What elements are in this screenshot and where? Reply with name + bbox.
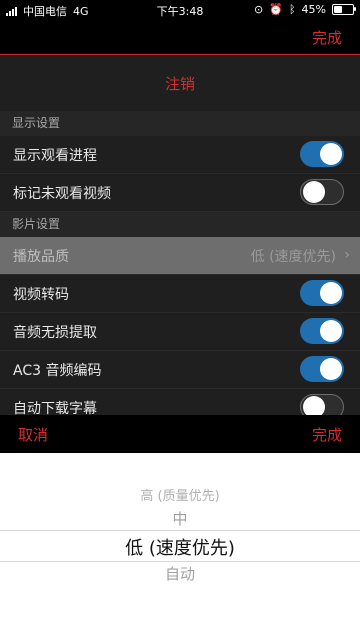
toggle-knob <box>320 143 342 165</box>
setting-row-lossless-audio[interactable]: 音频无损提取 <box>0 313 360 351</box>
toggle-knob <box>303 181 325 203</box>
setting-row-video-transcode[interactable]: 视频转码 <box>0 275 360 313</box>
settings-list[interactable]: 注销 显示设置 显示观看进程 标记未观看视频 影片设置 播放品质 低 (速度优先… <box>0 55 360 415</box>
setting-label: 标记未观看视频 <box>13 186 111 202</box>
setting-row-mark-unwatched[interactable]: 标记未观看视频 <box>0 174 360 212</box>
section-header-video: 影片设置 <box>0 212 360 237</box>
logout-button[interactable]: 注销 <box>0 55 360 111</box>
header-done-button[interactable]: 完成 <box>312 27 342 48</box>
toggle-switch[interactable] <box>300 318 344 344</box>
picker-option-selected[interactable]: 低 (速度优先) <box>0 534 360 560</box>
setting-label: 显示观看进程 <box>13 148 97 164</box>
picker-cancel-button[interactable]: 取消 <box>18 424 48 445</box>
chevron-right-icon: › <box>344 247 350 263</box>
time-label: 下午3:48 <box>156 5 204 18</box>
rotation-lock-icon: ⊙ <box>254 3 264 16</box>
picker-option[interactable]: 中 <box>0 508 360 529</box>
battery-percentage: 45% <box>301 3 326 16</box>
toggle-knob <box>320 282 342 304</box>
bluetooth-icon: ᛒ <box>288 3 296 16</box>
toggle-switch[interactable] <box>300 356 344 382</box>
setting-row-playback-quality[interactable]: 播放品质 低 (速度优先) › <box>0 237 360 275</box>
setting-label: AC3 音频编码 <box>13 363 102 379</box>
setting-label: 视频转码 <box>13 287 69 303</box>
setting-row-auto-subtitles[interactable]: 自动下载字幕 <box>0 389 360 415</box>
picker-option[interactable]: 高 (质量优先) <box>0 485 360 504</box>
selection-divider <box>0 530 360 531</box>
toggle-knob <box>320 358 342 380</box>
picker-toolbar: 取消 完成 <box>0 415 360 453</box>
toggle-knob <box>303 396 325 415</box>
top-toolbar: 完成 <box>0 20 360 55</box>
status-bar: 中国电信 4G 下午3:48 ⊙ ⏰ ᛒ 45% <box>0 0 360 20</box>
selection-divider <box>0 561 360 562</box>
alarm-icon: ⏰ <box>269 3 283 16</box>
toggle-switch[interactable] <box>300 141 344 167</box>
setting-row-ac3-encoding[interactable]: AC3 音频编码 <box>0 351 360 389</box>
setting-label: 播放品质 <box>13 249 69 265</box>
quality-picker[interactable]: 高 (质量优先) 中 低 (速度优先) 自动 <box>0 453 360 640</box>
toggle-switch[interactable] <box>300 179 344 205</box>
setting-label: 音频无损提取 <box>13 325 97 341</box>
setting-row-show-progress[interactable]: 显示观看进程 <box>0 136 360 174</box>
battery-icon <box>332 4 356 15</box>
toggle-switch[interactable] <box>300 394 344 415</box>
picker-option[interactable]: 自动 <box>0 563 360 584</box>
setting-value: 低 (速度优先) <box>250 249 336 265</box>
section-header-display: 显示设置 <box>0 111 360 136</box>
toggle-switch[interactable] <box>300 280 344 306</box>
setting-label: 自动下载字幕 <box>13 401 97 415</box>
picker-done-button[interactable]: 完成 <box>312 424 342 445</box>
toggle-knob <box>320 320 342 342</box>
